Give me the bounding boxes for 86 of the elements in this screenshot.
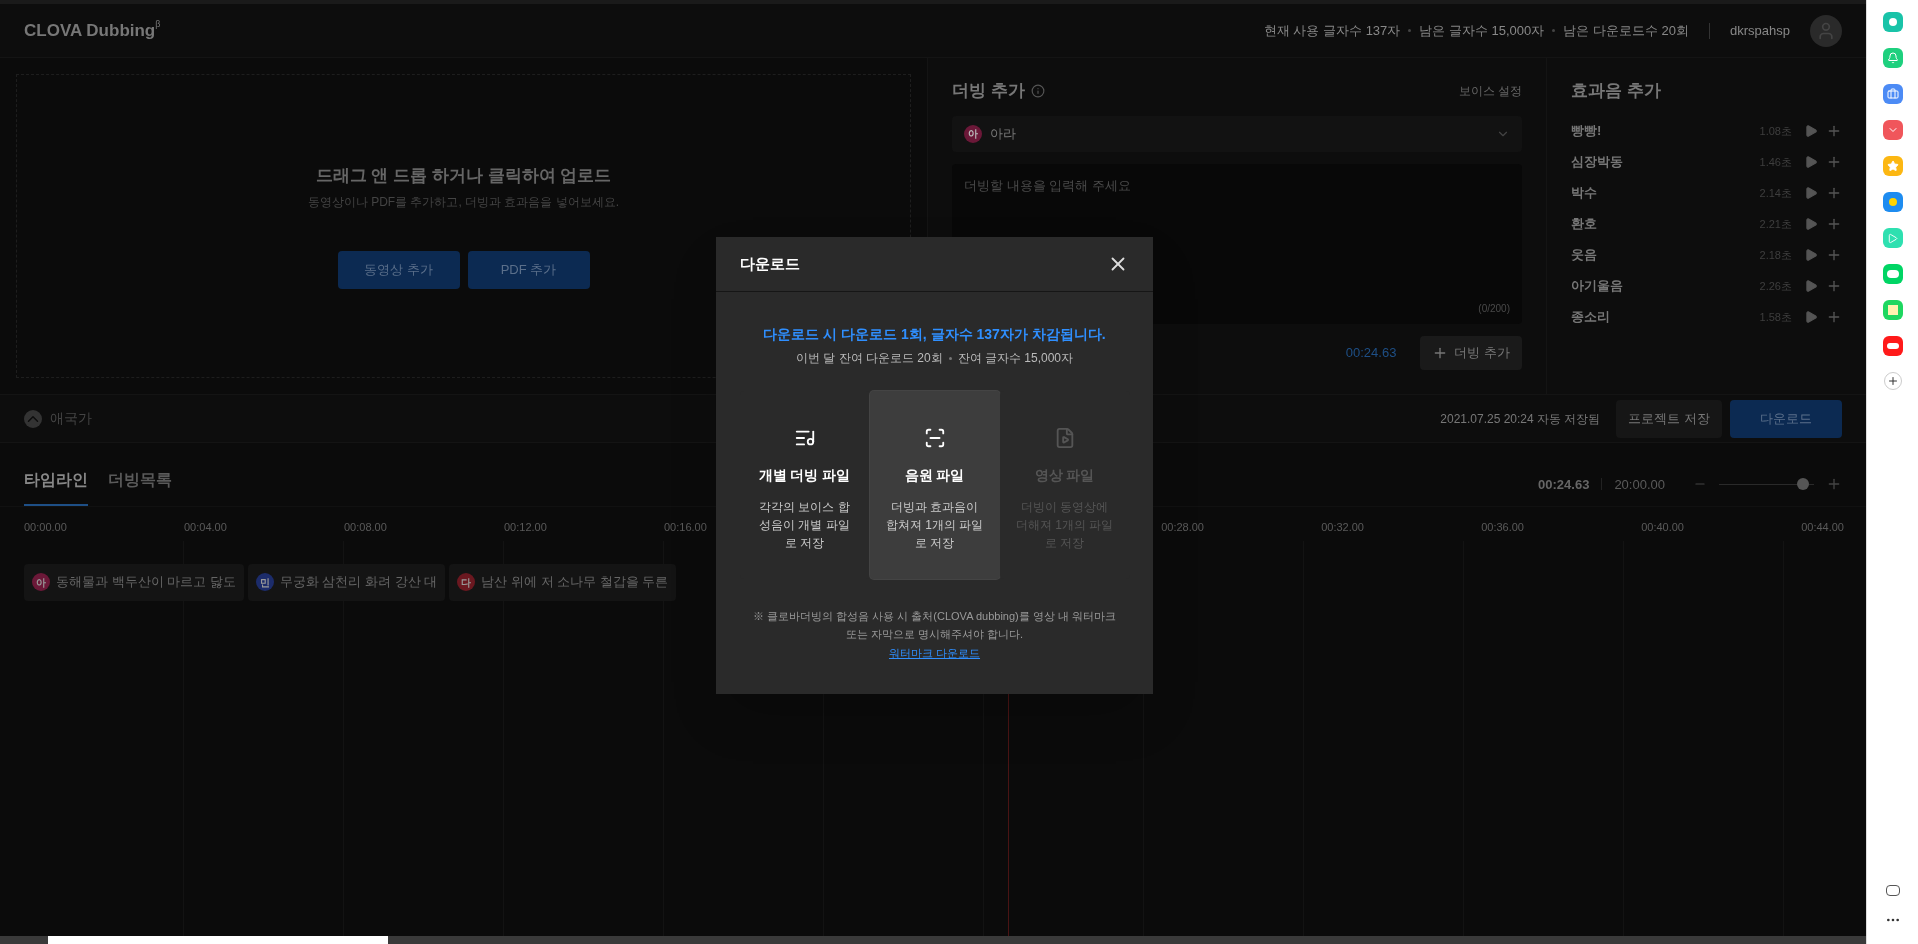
add-button[interactable] (1826, 154, 1842, 170)
remaining-downloads: 이번 달 잔여 다운로드 20회 (795, 350, 943, 367)
upload-title: 드래그 앤 드롭 하거나 클릭하여 업로드 (315, 165, 612, 188)
dubbing-clip[interactable]: 민 무궁화 삼천리 화려 강산 대 (247, 563, 446, 601)
time-tick: 00:28.00 (1161, 521, 1204, 533)
scrollbar-thumb[interactable] (48, 936, 388, 944)
voice-settings-link[interactable]: 보이스 설정 (1458, 81, 1522, 100)
usage-stat: 현재 사용 글자수 137자 (1263, 21, 1401, 40)
effect-name: 아기울음 (1571, 277, 1624, 296)
clip-text: 무궁화 삼천리 화려 강산 대 (279, 573, 438, 592)
dubbing-title: 더빙 추가 (952, 80, 1025, 102)
add-pdf-button[interactable]: PDF 추가 (467, 250, 590, 289)
time-tick: 00:16.00 (664, 521, 707, 533)
info-icon (1030, 83, 1045, 98)
effect-name: 심장박동 (1571, 153, 1624, 172)
notice-text: 다운로드 시 다운로드 1회, 글자수 137자가 차감됩니다. (763, 325, 1106, 344)
watermark-download-link[interactable]: 워터마크 다운로드 (888, 645, 981, 662)
play-button[interactable] (1804, 217, 1818, 231)
voice-badge: 아 (32, 573, 50, 591)
play-button[interactable] (1804, 124, 1818, 138)
dubbing-clip[interactable]: 아 동해물과 백두산이 마르고 닳도 (24, 563, 244, 601)
add-video-button[interactable]: 동영상 추가 (337, 250, 460, 289)
autosave-status: 2021.07.25 20:24 자동 저장됨 (1440, 410, 1601, 428)
slider-thumb[interactable] (1796, 478, 1809, 491)
footnote-text: ※ 클로바더빙의 합성음 사용 시 출처(CLOVA dubbing)를 영상 내 워터마크 또는 자막으로 명시해주셔야 합니다. (752, 609, 1117, 642)
effects-title: 효과음 추가 (1571, 81, 1661, 100)
add-dubbing-button[interactable]: 더빙 추가 (1420, 335, 1522, 370)
beta-mark: β (155, 17, 161, 31)
download-option[interactable]: 음원 파일 더빙과 효과음이 합쳐져 1개의 파일로 저장 (869, 391, 1000, 579)
save-project-button[interactable]: 프로젝트 저장 (1616, 399, 1722, 438)
play-button[interactable] (1804, 248, 1818, 262)
download-button[interactable]: 다운로드 (1730, 399, 1842, 438)
voice-badge: 민 (255, 573, 274, 591)
effect-name: 환호 (1571, 215, 1598, 234)
play-button[interactable] (1804, 155, 1818, 169)
clip-text: 남산 위에 저 소나무 철갑을 두른 (481, 573, 669, 592)
logo: CLOVA Dubbing (24, 19, 156, 42)
play-button[interactable] (1804, 279, 1818, 293)
effect-name: 박수 (1571, 184, 1598, 203)
timeline-tab[interactable]: 더빙목록 (108, 468, 172, 506)
circle-app-icon[interactable] (1882, 12, 1903, 32)
play-icon[interactable] (1882, 228, 1903, 248)
effect-name: 웃음 (1571, 246, 1598, 265)
waveform-icon (923, 427, 946, 449)
time-tick: 00:12.00 (504, 521, 547, 533)
voice-name: 아라 (990, 124, 1017, 143)
current-time: 00:24.63 (1538, 475, 1590, 494)
time-tick: 00:04.00 (184, 521, 227, 533)
add-button[interactable] (1826, 309, 1842, 325)
time-tick: 00:40.00 (1641, 521, 1684, 533)
avatar[interactable] (1810, 14, 1842, 47)
usage-stat: 남은 다운로드수 20회 (1563, 21, 1689, 40)
briefcase-icon[interactable] (1882, 84, 1903, 104)
add-button[interactable] (1826, 185, 1842, 201)
dialog-title: 다운로드 (740, 253, 800, 274)
add-button[interactable] (1826, 216, 1842, 232)
zoom-slider[interactable] (1719, 477, 1814, 492)
play-button[interactable] (1804, 310, 1818, 324)
square-app-icon[interactable] (1882, 300, 1903, 320)
effect-name: 종소리 (1571, 308, 1611, 327)
voice-select[interactable]: 아 아라 (952, 115, 1522, 152)
dubbing-clip[interactable]: 다 남산 위에 저 소나무 철갑을 두른 (449, 563, 677, 601)
star-icon[interactable] (1882, 156, 1903, 176)
add-button[interactable] (1826, 278, 1842, 294)
collapse-icon[interactable] (24, 409, 42, 428)
bell-icon[interactable] (1882, 48, 1903, 68)
add-button[interactable] (1826, 247, 1842, 263)
usage-stat: 남은 글자수 15,000자 (1419, 21, 1545, 40)
time-tick: 00:44.00 (1801, 521, 1844, 533)
voice-badge: 아 (964, 124, 982, 143)
effect-name: 빵빵! (1571, 122, 1603, 141)
character-counter: (0/200) (1478, 301, 1510, 316)
total-time: 20:00.00 (1614, 475, 1665, 494)
clip-text: 동해물과 백두산이 마르고 닳도 (56, 573, 236, 592)
sidebar-toggle-icon[interactable] (1885, 885, 1900, 896)
voice-badge: 다 (457, 573, 476, 591)
timeline-tab[interactable]: 타임라인 (24, 468, 88, 506)
remaining-characters: 잔여 글자수 15,000자 (957, 350, 1074, 367)
time-tick: 00:32.00 (1321, 521, 1364, 533)
time-tick: 00:36.00 (1481, 521, 1524, 533)
time-tick: 00:08.00 (344, 521, 387, 533)
play-button[interactable] (1804, 186, 1818, 200)
dubbing-time: 00:24.63 (1345, 343, 1397, 362)
username: dkrspahsp (1730, 21, 1790, 40)
add-button[interactable] (1826, 123, 1842, 139)
time-tick: 00:00.00 (24, 521, 67, 533)
